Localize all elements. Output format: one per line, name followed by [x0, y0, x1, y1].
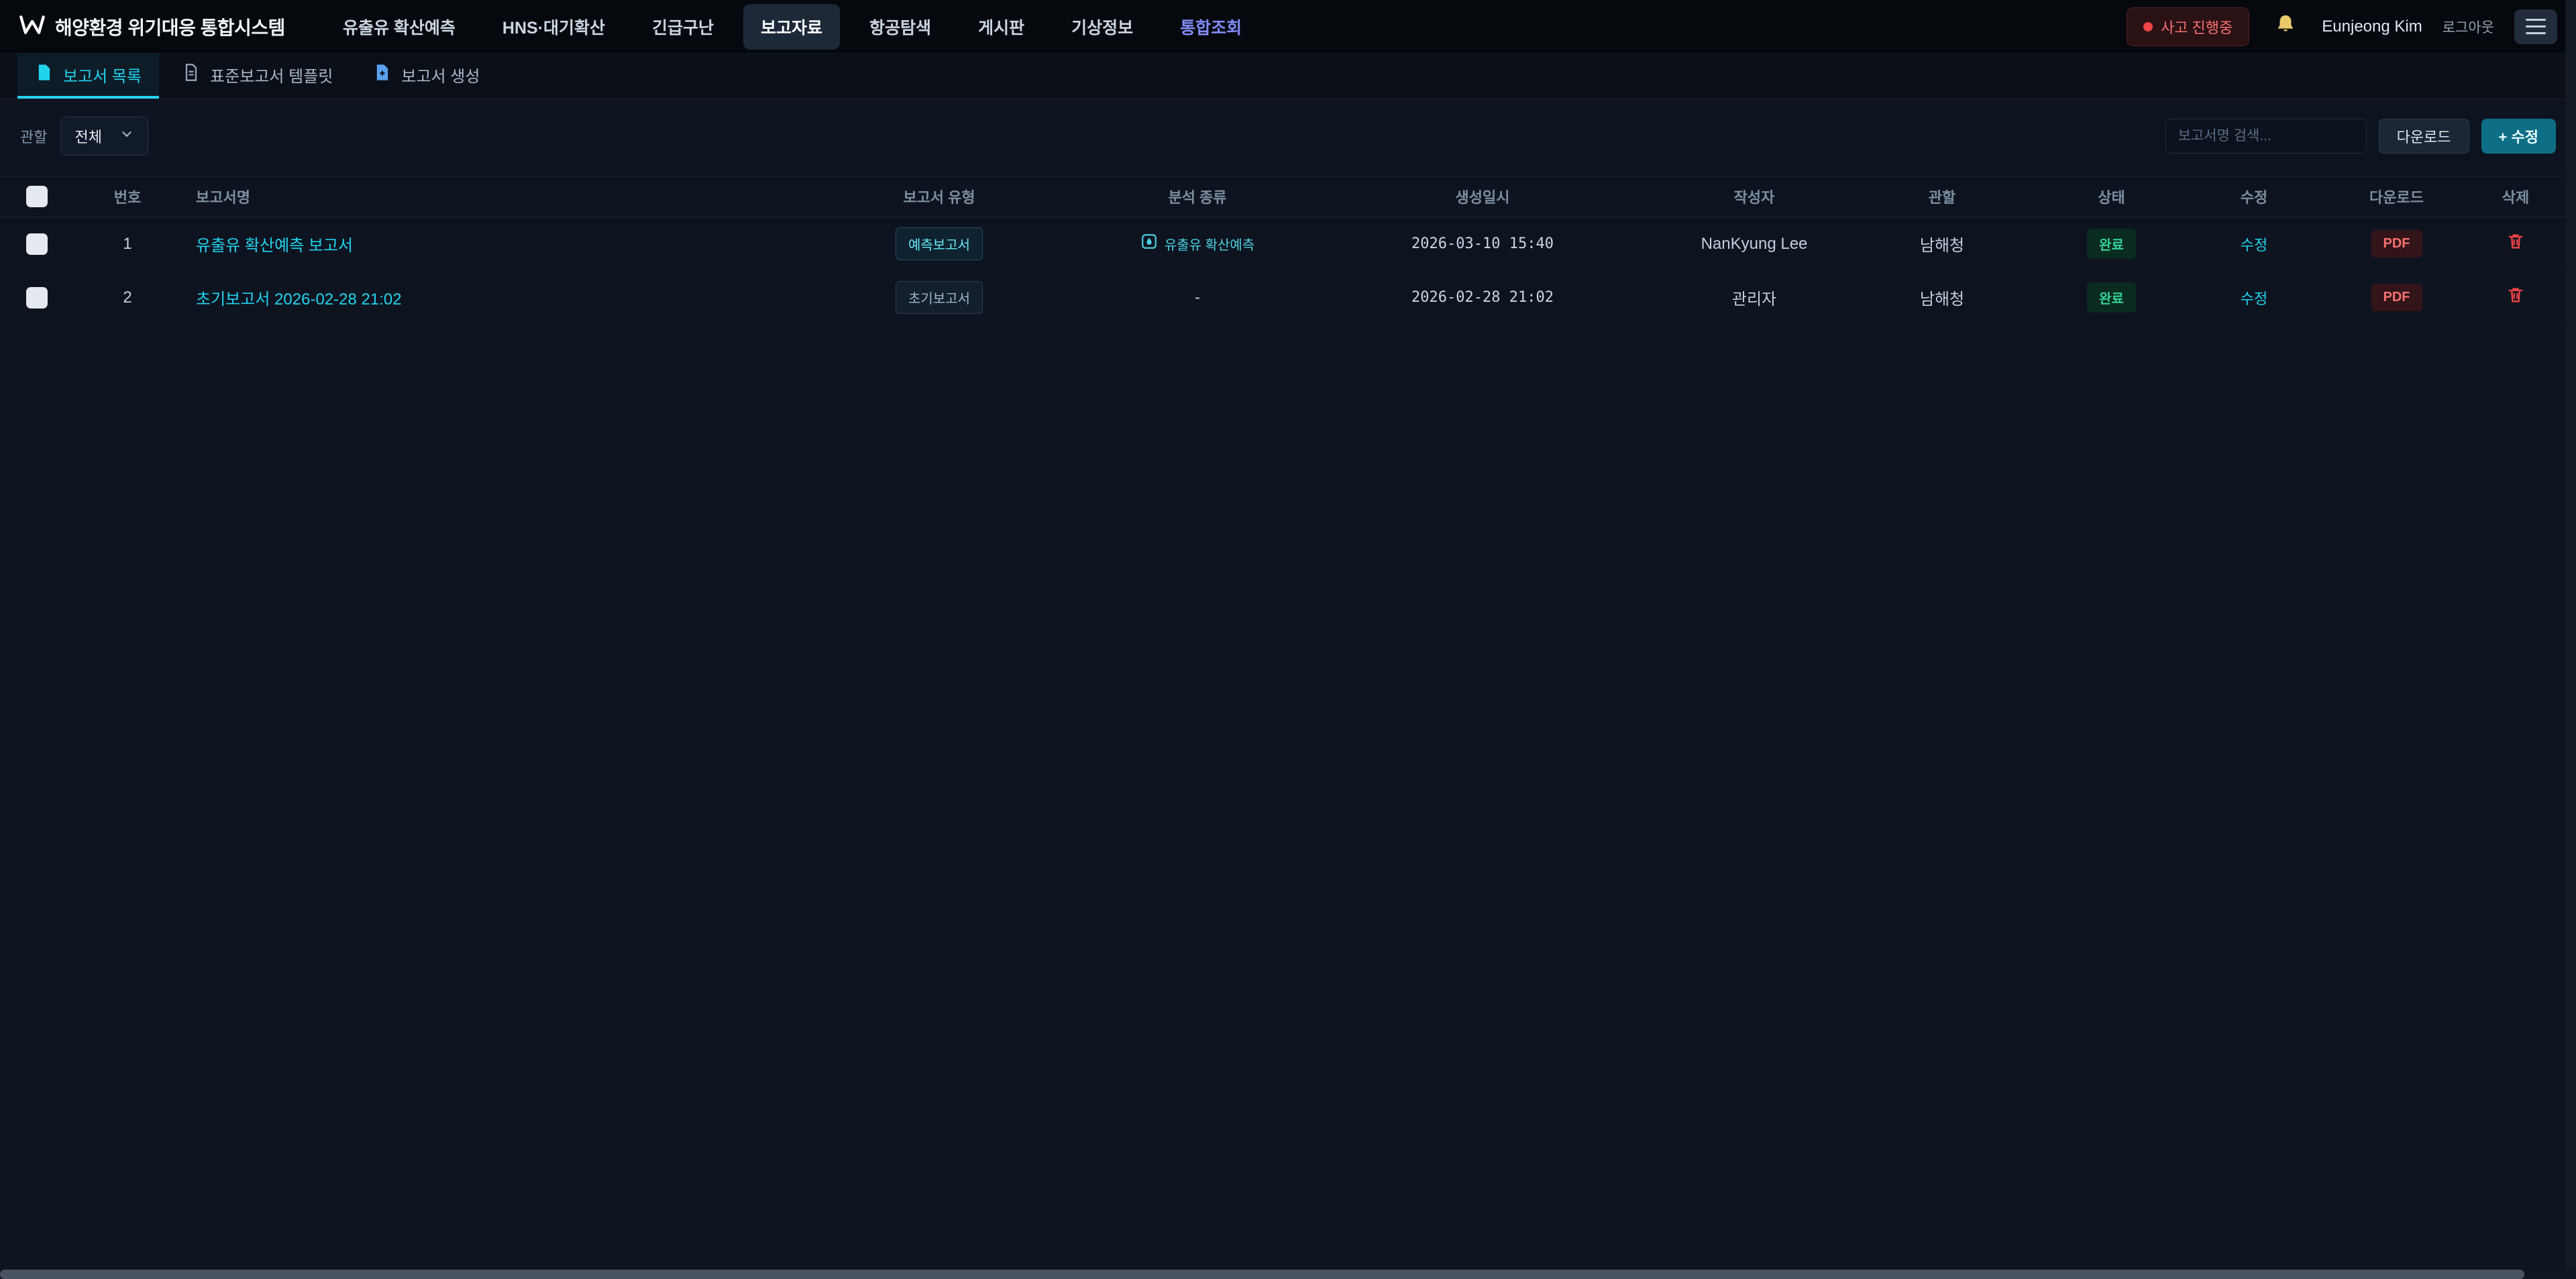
chevron-down-icon [119, 127, 134, 146]
col-header-name: 보고서명 [181, 186, 771, 207]
report-name-link[interactable]: 유출유 확산예측 보고서 [196, 237, 353, 255]
edit-link[interactable]: 수정 [2241, 237, 2267, 254]
col-header-jurisdiction: 관할 [1831, 186, 2053, 207]
author-name: NanKyung Lee [1677, 235, 1831, 254]
nav-item-rescue[interactable]: 긴급구난 [635, 4, 731, 50]
status-badge: 완료 [2087, 282, 2136, 313]
delete-button[interactable] [2506, 286, 2525, 309]
nav-item-integrated-search[interactable]: 통합조회 [1163, 4, 1259, 50]
table-row: 2 초기보고서 2026-02-28 21:02 초기보고서 - 2026-02… [0, 271, 2576, 325]
edit-create-button[interactable]: + 수정 [2481, 119, 2556, 154]
vertical-scrollbar[interactable] [2565, 0, 2576, 1279]
jurisdiction-select[interactable]: 전체 [60, 117, 148, 156]
logout-button[interactable]: 로그아웃 [2443, 17, 2494, 37]
pdf-download-button[interactable]: PDF [2371, 230, 2422, 258]
nav-item-board[interactable]: 게시판 [961, 4, 1042, 50]
nav-item-aerial-search[interactable]: 항공탐색 [852, 4, 949, 50]
col-header-analysis: 분석 종류 [1107, 186, 1288, 207]
col-header-created: 생성일시 [1288, 186, 1677, 207]
row-no: 2 [74, 288, 181, 307]
document-list-icon [35, 63, 54, 87]
col-header-type: 보고서 유형 [771, 186, 1107, 207]
app-title: 해양환경 위기대응 통합시스템 [55, 13, 285, 40]
report-type-badge: 예측보고서 [896, 227, 983, 260]
report-type-badge: 초기보고서 [896, 281, 983, 314]
tab-report-list[interactable]: 보고서 목록 [17, 54, 159, 99]
app-logo[interactable]: 해양환경 위기대응 통합시스템 [19, 13, 285, 40]
bell-icon [2274, 13, 2297, 40]
tab-report-list-label: 보고서 목록 [63, 63, 142, 87]
horizontal-scrollbar[interactable] [0, 1270, 2576, 1279]
hamburger-icon [2526, 19, 2546, 21]
jurisdiction-filter-label: 관할 [20, 125, 47, 147]
edit-link[interactable]: 수정 [2241, 290, 2267, 307]
row-checkbox[interactable] [26, 233, 48, 255]
row-no: 1 [74, 235, 181, 254]
analysis-type-label: - [1107, 288, 1288, 307]
col-header-delete: 삭제 [2455, 186, 2576, 207]
notifications-button[interactable] [2269, 11, 2302, 43]
user-name: Eunjeong Kim [2322, 17, 2422, 36]
horizontal-scrollbar-thumb[interactable] [0, 1270, 2524, 1279]
oil-droplet-icon [1140, 233, 1158, 254]
report-name-link[interactable]: 초기보고서 2026-02-28 21:02 [196, 290, 402, 309]
top-navigation-bar: 해양환경 위기대응 통합시스템 유출유 확산예측 HNS·대기확산 긴급구난 보… [0, 0, 2576, 54]
filter-toolbar: 관할 전체 다운로드 + 수정 [0, 99, 2576, 176]
created-datetime: 2026-03-10 15:40 [1288, 235, 1677, 252]
document-template-icon [182, 63, 201, 87]
table-header-row: 번호 보고서명 보고서 유형 분석 종류 생성일시 작성자 관할 상태 수정 다… [0, 176, 2576, 217]
main-navigation: 유출유 확산예측 HNS·대기확산 긴급구난 보고자료 항공탐색 게시판 기상정… [325, 4, 1259, 50]
incident-badge-label: 사고 진행중 [2161, 16, 2233, 38]
document-create-icon [373, 63, 392, 87]
tab-report-template-label: 표준보고서 템플릿 [210, 63, 333, 87]
nav-item-hns[interactable]: HNS·대기확산 [485, 4, 623, 50]
trash-icon [2506, 232, 2525, 256]
col-header-download: 다운로드 [2338, 186, 2455, 207]
row-checkbox[interactable] [26, 287, 48, 309]
select-all-checkbox[interactable] [26, 186, 48, 207]
col-header-edit: 수정 [2170, 186, 2338, 207]
table-row: 1 유출유 확산예측 보고서 예측보고서 유출유 확산예측 2026-03-10… [0, 217, 2576, 271]
analysis-type-label: 유출유 확산예측 [1165, 234, 1254, 254]
col-header-no: 번호 [74, 186, 181, 207]
col-header-author: 작성자 [1677, 186, 1831, 207]
wing-logo-icon [19, 13, 46, 40]
nav-item-weather[interactable]: 기상정보 [1054, 4, 1150, 50]
delete-button[interactable] [2506, 232, 2525, 256]
created-datetime: 2026-02-28 21:02 [1288, 289, 1677, 306]
tab-report-create-label: 보고서 생성 [401, 63, 480, 87]
report-table: 번호 보고서명 보고서 유형 분석 종류 생성일시 작성자 관할 상태 수정 다… [0, 176, 2576, 325]
tab-report-template[interactable]: 표준보고서 템플릿 [164, 54, 350, 99]
hamburger-menu-button[interactable] [2514, 9, 2557, 44]
jurisdiction-value: 남해청 [1831, 232, 2053, 256]
nav-item-reports[interactable]: 보고자료 [743, 4, 840, 50]
report-tabs: 보고서 목록 표준보고서 템플릿 보고서 생성 [0, 54, 2576, 99]
report-search-input[interactable] [2165, 119, 2367, 154]
incident-status-badge[interactable]: 사고 진행중 [2127, 7, 2249, 46]
tab-report-create[interactable]: 보고서 생성 [356, 54, 497, 99]
pdf-download-button[interactable]: PDF [2371, 284, 2422, 311]
trash-icon [2506, 286, 2525, 309]
nav-item-oil-spill[interactable]: 유출유 확산예측 [325, 4, 473, 50]
col-header-status: 상태 [2053, 186, 2170, 207]
jurisdiction-select-value: 전체 [74, 125, 101, 147]
incident-dot-icon [2143, 22, 2153, 32]
download-button[interactable]: 다운로드 [2379, 119, 2469, 154]
author-name: 관리자 [1677, 286, 1831, 309]
jurisdiction-value: 남해청 [1831, 286, 2053, 309]
status-badge: 완료 [2087, 229, 2136, 259]
